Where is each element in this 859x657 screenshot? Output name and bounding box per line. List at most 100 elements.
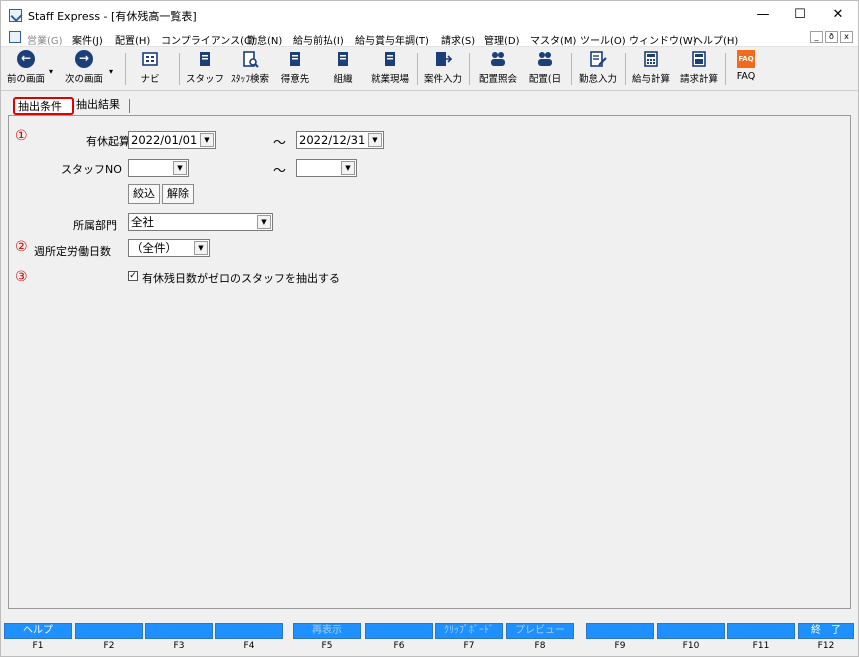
f2-key: F2 [103,641,115,651]
f6-button[interactable]: F6 [365,623,433,655]
window-title: Staff Express - [有休残高一覧表] [28,10,197,23]
billing-calc-button[interactable]: 請求計算 [676,50,722,88]
assign-inquiry-button[interactable]: 配置照会 [475,50,521,88]
attendance-input-label: 勤怠入力 [578,74,617,85]
menu-window[interactable]: ウィンドウ(W) [629,32,697,47]
f2-button[interactable]: F2 [75,623,143,655]
app-window: Staff Express - [有休残高一覧表] — ☐ ✕ 営業(G) 案件… [0,0,859,657]
mdi-restore-button[interactable]: ð [825,31,838,43]
date-from-value: 2022/01/01 [131,133,198,147]
marker-3: ③ [15,269,28,285]
tab-extract-results[interactable]: 抽出結果 [76,97,120,115]
next-screen-button[interactable]: → 次の画面 [61,50,107,88]
f11-button[interactable]: F11 [727,623,795,655]
case-input-button[interactable]: 案件入力 [420,50,466,88]
mdi-minimize-button[interactable]: _ [810,31,823,43]
f5-refresh-button[interactable]: 再表示 F5 [293,623,361,655]
narrow-button[interactable]: 絞込 [128,184,160,204]
navi-button[interactable]: ナビ [133,50,167,88]
marker-2: ② [15,239,28,255]
f8-key: F8 [534,641,546,651]
arrow-right-icon: → [75,50,93,68]
assign-daily-label: 配置(日 [528,74,562,85]
customer-button[interactable]: 得意先 [275,50,315,88]
f5-key: F5 [321,641,333,651]
f9-button[interactable]: F9 [586,623,654,655]
f8-preview-button[interactable]: プレビュー F8 [506,623,574,655]
tab-divider [129,99,130,113]
toolbar-separator [571,53,572,85]
billing-calc-label: 請求計算 [679,74,718,85]
f9-key: F9 [614,641,626,651]
close-button[interactable]: ✕ [823,5,853,25]
organization-button[interactable]: 組織 [323,50,363,88]
menu-attendance[interactable]: 勤怠(N) [247,32,282,47]
staff-to-select[interactable]: ▼ [296,159,357,177]
menu-payroll[interactable]: 給与賞与年調(T) [355,32,429,47]
staff-search-button[interactable]: ｽﾀｯﾌ検索 [227,50,273,88]
maximize-button[interactable]: ☐ [785,5,815,25]
chevron-down-icon[interactable]: ▼ [194,241,208,255]
menu-case[interactable]: 案件(J) [72,32,103,47]
menu-master[interactable]: マスタ(M) [530,32,576,47]
f8-label: プレビュー [506,623,574,639]
menu-help[interactable]: ヘルプ(H) [693,32,738,47]
f7-label: ｸﾘｯﾌﾟﾎﾞｰﾄﾞ [435,623,503,639]
tab-extract-conditions[interactable]: 抽出条件 [13,97,74,115]
f6-key: F6 [393,641,405,651]
organization-file-icon [338,52,348,66]
f12-label: 終 了 [798,623,854,639]
f3-button[interactable]: F3 [145,623,213,655]
chevron-down-icon[interactable]: ▼ [368,133,382,147]
assign-daily-button[interactable]: 配置(日 [523,50,567,88]
f1-label: ヘルプ [4,623,72,639]
attendance-input-button[interactable]: 勤怠入力 [575,50,621,88]
staff-from-select[interactable]: ▼ [128,159,189,177]
zero-balance-checkbox[interactable]: ✓ [128,271,138,281]
mdi-close-button[interactable]: x [840,31,853,43]
work-site-button[interactable]: 就業現場 [367,50,413,88]
f5-label: 再表示 [293,623,361,639]
next-dropdown-icon[interactable]: ▾ [109,67,113,76]
chevron-down-icon[interactable]: ▼ [341,161,355,175]
department-select[interactable]: 全社 ▼ [128,213,273,231]
zero-balance-label: 有休残日数がゼロのスタッフを抽出する [142,272,340,285]
menu-tools[interactable]: ツール(O) [580,32,626,47]
menu-sales[interactable]: 営業(G) [27,32,63,47]
f7-clipboard-button[interactable]: ｸﾘｯﾌﾟﾎﾞｰﾄﾞ F7 [435,623,503,655]
chevron-down-icon[interactable]: ▼ [257,215,271,229]
f4-button[interactable]: F4 [215,623,283,655]
people-icon [491,52,505,66]
date-to-select[interactable]: 2022/12/31 ▼ [296,131,384,149]
work-site-file-icon [385,52,395,66]
payroll-calc-button[interactable]: 給与計算 [628,50,674,88]
clear-button[interactable]: 解除 [162,184,194,204]
f12-exit-button[interactable]: 終 了 F12 [798,623,854,655]
customer-file-icon [290,52,300,66]
billing-calculator-icon [692,51,706,67]
payroll-calculator-icon [644,51,658,67]
people-icon [538,52,552,66]
menu-compliance[interactable]: コンプライアンス(C) [161,32,255,47]
app-icon [9,9,22,22]
organization-label: 組織 [333,74,353,85]
range-tilde: ～ [273,164,287,179]
menu-advance-pay[interactable]: 給与前払(I) [293,32,344,47]
f7-key: F7 [463,641,475,651]
minimize-button[interactable]: — [748,5,778,25]
weekly-workdays-label: 週所定労働日数 [34,245,111,258]
prev-screen-button[interactable]: ← 前の画面 [3,50,49,88]
weekly-workdays-select[interactable]: （全件） ▼ [128,239,210,257]
f10-label [657,623,725,639]
menu-assign[interactable]: 配置(H) [115,32,150,47]
f10-button[interactable]: F10 [657,623,725,655]
staff-button[interactable]: スタッフ [185,50,225,88]
menu-billing[interactable]: 請求(S) [441,32,475,47]
chevron-down-icon[interactable]: ▼ [200,133,214,147]
prev-dropdown-icon[interactable]: ▾ [49,67,53,76]
faq-button[interactable]: FAQ FAQ [730,50,762,88]
f1-help-button[interactable]: ヘルプ F1 [4,623,72,655]
chevron-down-icon[interactable]: ▼ [173,161,187,175]
date-from-select[interactable]: 2022/01/01 ▼ [128,131,216,149]
menu-admin[interactable]: 管理(D) [484,32,520,47]
